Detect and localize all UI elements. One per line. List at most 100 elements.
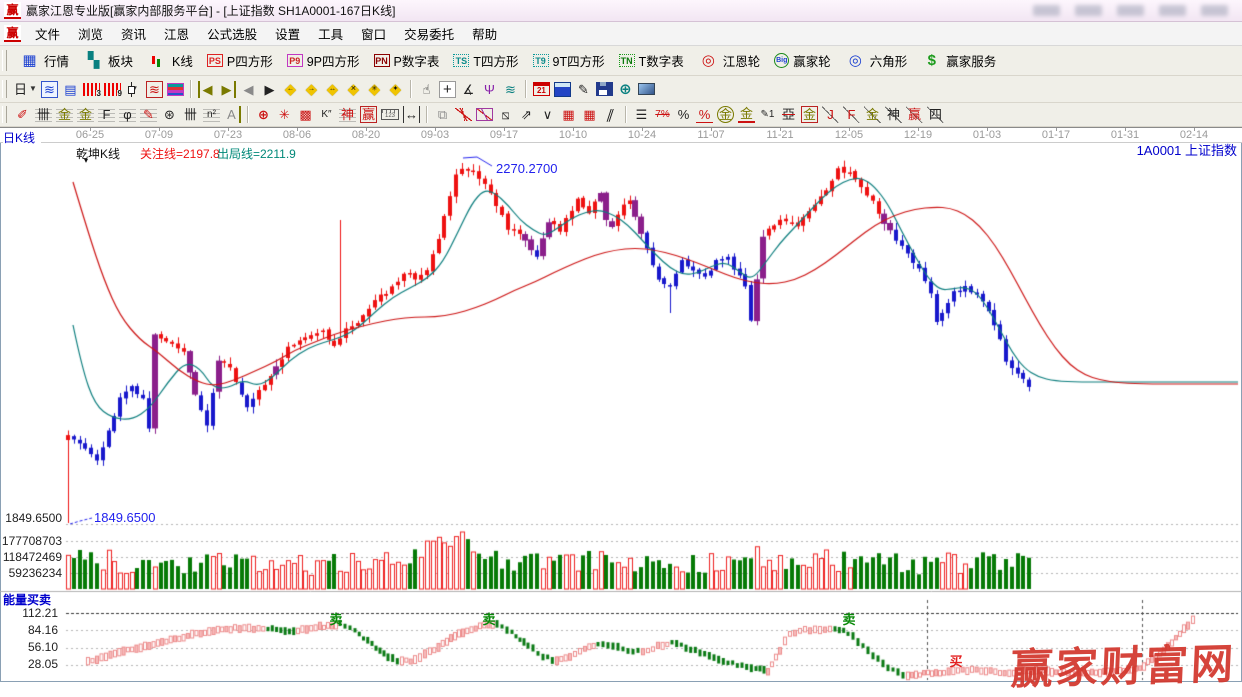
- gann-wheel-icon[interactable]: ◎: [700, 52, 717, 69]
- gold-hatch-icon[interactable]: 金: [56, 106, 73, 123]
- 9p-square-icon[interactable]: P9: [287, 54, 303, 67]
- diamond-lr-icon[interactable]: ◆↔: [324, 81, 341, 98]
- window-control-blob[interactable]: [1159, 5, 1186, 16]
- fan-box-icon[interactable]: [476, 108, 493, 121]
- chart-canvas[interactable]: [0, 143, 1242, 682]
- diamond-right-icon[interactable]: ◆→: [303, 81, 320, 98]
- computer-icon[interactable]: [638, 83, 655, 95]
- ying-box-icon[interactable]: 赢: [360, 106, 377, 123]
- window-control-blob[interactable]: [1117, 5, 1144, 16]
- shen-angle-icon[interactable]: 神: [885, 106, 902, 123]
- si-angle-icon[interactable]: 四: [927, 106, 944, 123]
- p-table-icon[interactable]: PN: [374, 54, 390, 67]
- bars-3-icon[interactable]: 3: [83, 83, 100, 96]
- steps-icon[interactable]: ☰: [633, 106, 650, 123]
- parallel-icon[interactable]: ∥: [599, 106, 622, 123]
- period-daily-button[interactable]: 日▼: [14, 81, 37, 98]
- pen-hatch-icon[interactable]: ✎: [140, 106, 157, 123]
- menu-item-浏览[interactable]: 浏览: [69, 26, 112, 44]
- save-icon[interactable]: [596, 82, 613, 96]
- span-icon[interactable]: ↔: [403, 106, 420, 123]
- toolbar-item-gann-wheel[interactable]: ◎江恩轮: [691, 49, 768, 72]
- v-lines-icon[interactable]: ∨: [539, 106, 556, 123]
- angle-icon[interactable]: ∡: [460, 81, 477, 98]
- toolbar-item-p-square[interactable]: PSP四方形: [200, 49, 280, 72]
- kline-icon[interactable]: [149, 54, 166, 68]
- toolbar-grip[interactable]: [2, 50, 7, 70]
- toolbar-item-hexagon[interactable]: ◎六角形: [838, 49, 915, 72]
- pct7-icon[interactable]: 7%: [654, 106, 671, 123]
- star-web-icon[interactable]: ✳: [276, 106, 293, 123]
- globe-icon[interactable]: ⊕: [617, 81, 634, 98]
- t-square-icon[interactable]: TS: [453, 54, 469, 67]
- f-angle-icon[interactable]: F: [843, 106, 860, 123]
- gann-tool-icon[interactable]: Ψ: [481, 81, 498, 98]
- menu-item-帮助[interactable]: 帮助: [463, 26, 506, 44]
- ying-angle-icon[interactable]: 赢: [906, 106, 923, 123]
- toolbar-item-p-table[interactable]: PNP数字表: [367, 49, 447, 72]
- arrow-lines-icon[interactable]: ⇗: [518, 106, 535, 123]
- f-hatch-icon[interactable]: F: [98, 106, 115, 123]
- gold-hatch2-icon[interactable]: 金: [77, 106, 94, 123]
- pen1-icon[interactable]: ✎1: [759, 106, 776, 123]
- gann-grid-icon[interactable]: 卌: [35, 106, 52, 123]
- toolbar-item-9t-square[interactable]: T99T四方形: [526, 49, 612, 72]
- toolbar-grip[interactable]: [2, 106, 7, 122]
- toolbar-item-winner-service[interactable]: $赢家服务: [914, 49, 1003, 72]
- square-web-icon[interactable]: ▩: [297, 106, 314, 123]
- last-page-icon[interactable]: ▶: [219, 81, 236, 98]
- document-icon[interactable]: ▤: [62, 81, 79, 98]
- histogram-icon[interactable]: [167, 83, 184, 96]
- crosshair-icon[interactable]: +: [439, 81, 456, 98]
- winner-wheel-icon[interactable]: Big: [774, 53, 789, 68]
- quotes-icon[interactable]: ▦: [21, 52, 38, 69]
- notes-icon[interactable]: ✎: [575, 81, 592, 98]
- pen-icon[interactable]: ✐: [14, 106, 31, 123]
- menu-item-文件[interactable]: 文件: [26, 26, 69, 44]
- toolbar-item-t-square[interactable]: TST四方形: [446, 49, 525, 72]
- calendar-icon[interactable]: 21: [533, 82, 550, 96]
- calculator-icon[interactable]: [554, 82, 571, 97]
- spiral-icon[interactable]: φ: [119, 106, 136, 123]
- p-square-icon[interactable]: PS: [207, 54, 223, 67]
- scribble-teal-icon[interactable]: ≋: [502, 81, 519, 98]
- toolbar-item-winner-wheel[interactable]: Big赢家轮: [767, 49, 838, 72]
- menu-item-窗口[interactable]: 窗口: [352, 26, 395, 44]
- circle-cross-icon[interactable]: ⊕: [255, 106, 272, 123]
- menu-item-资讯[interactable]: 资讯: [112, 26, 155, 44]
- grid-red2-icon[interactable]: ▦: [581, 106, 598, 123]
- ya-icon[interactable]: 亞: [780, 106, 797, 123]
- diamond-left-icon[interactable]: ◆←: [282, 81, 299, 98]
- diamond-cross-icon[interactable]: ◆✕: [345, 81, 362, 98]
- j-angle-icon[interactable]: J: [822, 106, 839, 123]
- toolbar-item-kline[interactable]: K线: [140, 49, 200, 72]
- 9t-square-icon[interactable]: T9: [533, 54, 549, 67]
- candle-style-icon[interactable]: ▼: [125, 82, 142, 97]
- toolbar-item-t-table[interactable]: TNT数字表: [612, 49, 691, 72]
- menu-item-交易委托[interactable]: 交易委托: [395, 26, 463, 44]
- box-diag-icon[interactable]: ⧅: [497, 106, 514, 123]
- gold-angle-icon[interactable]: 金: [864, 106, 881, 123]
- prev-icon[interactable]: ◀: [240, 81, 257, 98]
- scribble-blue-icon[interactable]: ≋: [41, 81, 58, 98]
- overlay-dropdown-icon[interactable]: ▾: [84, 156, 88, 165]
- diamond-star-icon[interactable]: ◆✳: [366, 81, 383, 98]
- ruler-icon[interactable]: 123: [381, 109, 399, 120]
- grid-red-icon[interactable]: ▦: [560, 106, 577, 123]
- menu-item-江恩[interactable]: 江恩: [155, 26, 198, 44]
- hexagon-icon[interactable]: ◎: [847, 52, 864, 69]
- scribble-red-icon[interactable]: ≋: [146, 81, 163, 98]
- pct-under-icon[interactable]: %: [696, 106, 713, 123]
- grid2-icon[interactable]: 卌: [182, 106, 199, 123]
- hand-icon[interactable]: ☝: [418, 81, 435, 98]
- fan-red-icon[interactable]: [455, 108, 472, 121]
- n2-icon[interactable]: n²: [203, 106, 220, 123]
- box-tool-icon[interactable]: ⧉: [434, 106, 451, 123]
- fan-circle-icon[interactable]: ⊛: [161, 106, 178, 123]
- pct-icon[interactable]: %: [675, 106, 692, 123]
- bars-9-icon[interactable]: 9: [104, 83, 121, 96]
- toolbar-item-quotes[interactable]: ▦行情: [12, 49, 76, 72]
- t-table-icon[interactable]: TN: [619, 54, 635, 67]
- next-icon[interactable]: ▶: [261, 81, 278, 98]
- toolbar-item-sectors[interactable]: ▚板块: [76, 49, 140, 72]
